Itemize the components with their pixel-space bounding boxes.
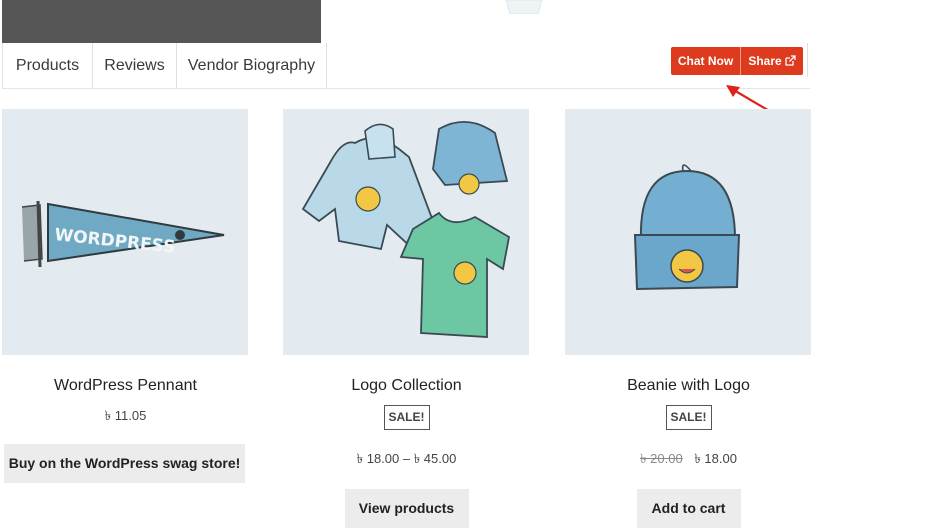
external-link-icon [785,55,796,66]
pennant-image[interactable]: WORDPRESS [2,109,248,355]
store-banner [2,0,321,43]
sale-price: ৳ 18.00 [694,451,737,466]
regular-price: ৳ 20.00 [640,451,683,466]
tab-vendor-biography[interactable]: Vendor Biography [177,43,327,89]
view-products-button[interactable]: View products [344,489,469,528]
tab-products[interactable]: Products [2,43,93,89]
product-price: ৳ 18.00 – ৳ 45.00 [283,450,530,471]
store-actions: Chat Now Share [671,47,803,75]
add-to-cart-button[interactable]: Add to cart [636,489,741,528]
tab-reviews[interactable]: Reviews [93,43,177,89]
product-name[interactable]: WordPress Pennant [2,377,249,395]
product-name[interactable]: Beanie with Logo [565,377,812,395]
tabs-divider [807,43,808,77]
sale-badge: SALE! [383,405,430,430]
collection-image[interactable] [283,109,529,355]
chat-now-button[interactable]: Chat Now [671,47,741,75]
buy-on-store-button[interactable]: Buy on the WordPress swag store! [4,444,245,483]
share-button[interactable]: Share [741,47,803,75]
product-name[interactable]: Logo Collection [283,377,530,395]
current-price: ৳ 11.05 [104,408,147,423]
product-card: Logo Collection SALE! ৳ 18.00 – ৳ 45.00 … [283,109,530,528]
share-label: Share [748,54,782,68]
price-range: ৳ 18.00 – ৳ 45.00 [356,451,457,466]
product-price: ৳ 11.05 [2,407,249,428]
product-card: WORDPRESS WordPress Pennant ৳ 11.05 Buy … [2,109,249,483]
product-price: ৳ 20.00 ৳ 18.00 [565,450,812,471]
beanie-image[interactable] [565,109,811,355]
product-card: Beanie with Logo SALE! ৳ 20.00 ৳ 18.00 A… [565,109,812,528]
product-silhouette-image [505,0,543,14]
sale-badge: SALE! [665,405,712,430]
